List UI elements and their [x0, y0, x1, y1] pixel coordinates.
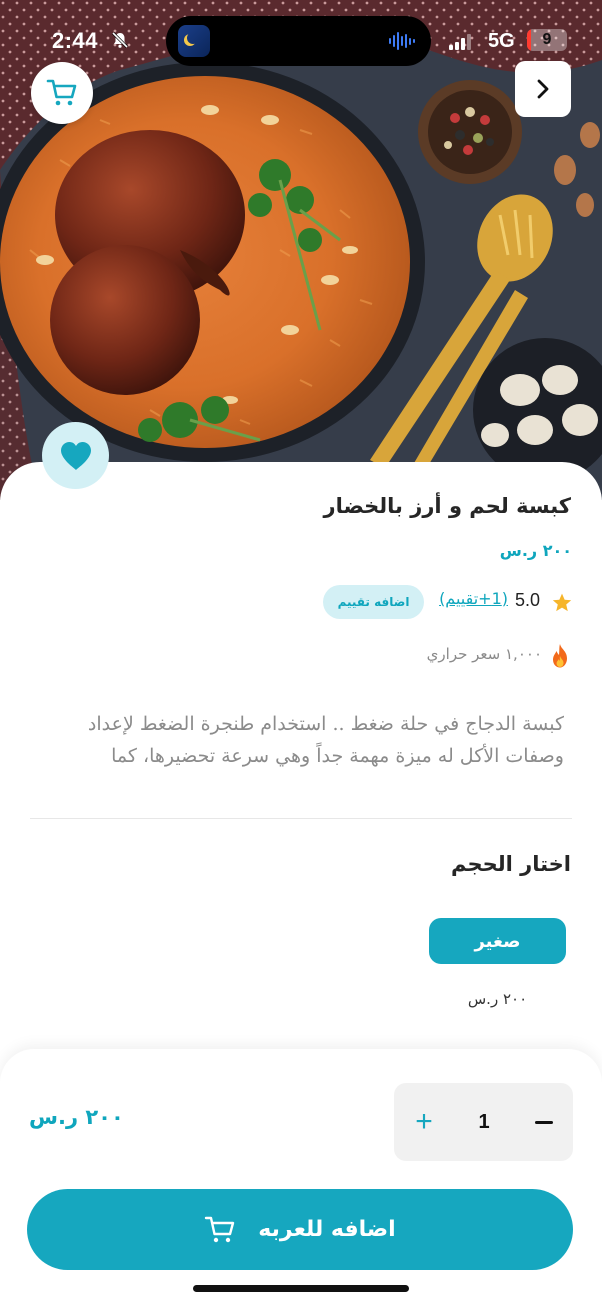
size-option-small[interactable]: صغير: [429, 918, 566, 964]
network-type: 5G: [488, 30, 515, 52]
favorite-button[interactable]: [42, 422, 109, 489]
product-price: ٢٠٠ ر.س: [499, 541, 572, 560]
quantity-increase-button[interactable]: +: [394, 1083, 454, 1161]
app-icon: [178, 25, 210, 57]
dynamic-island: [166, 16, 431, 66]
add-to-cart-button[interactable]: اضافه للعربه: [27, 1189, 573, 1270]
status-time: 2:44: [52, 28, 99, 53]
cart-icon: [46, 79, 77, 106]
cellular-signal-icon: [449, 34, 473, 50]
battery-icon: 9: [527, 29, 567, 51]
product-title: كبسة لحم و أرز بالخضار: [323, 494, 571, 518]
cart-button[interactable]: [31, 62, 93, 124]
cart-icon: [205, 1216, 235, 1242]
size-section-heading: اختار الحجم: [450, 852, 571, 876]
quantity-value: 1: [478, 1110, 490, 1133]
rating-value: 5.0: [515, 590, 541, 610]
total-price: ٢٠٠ ر.س: [29, 1105, 124, 1129]
heart-icon: [60, 441, 91, 470]
quantity-decrease-button[interactable]: [514, 1083, 573, 1161]
home-indicator[interactable]: [193, 1285, 409, 1292]
chevron-right-icon: [537, 79, 549, 99]
calories-text: ١,٠٠٠ سعر حراري: [426, 645, 542, 663]
waveform-icon: [389, 32, 417, 50]
product-description: كبسة الدجاج في حلة ضغط .. استخدام طنجرة …: [87, 713, 564, 767]
section-divider: [30, 818, 572, 819]
battery-level: 9: [542, 31, 552, 48]
add-rating-button[interactable]: اضافه تقييم: [323, 585, 424, 619]
add-to-cart-label: اضافه للعربه: [258, 1217, 396, 1242]
size-option-price: ٢٠٠ ر.س: [467, 990, 528, 1008]
fire-icon: [553, 644, 567, 668]
rating-count-link[interactable]: (1+تقييم): [439, 589, 508, 608]
quantity-stepper: + 1: [394, 1083, 573, 1161]
minus-icon: [534, 1120, 553, 1124]
bell-off-icon: [111, 31, 129, 49]
back-button[interactable]: [515, 61, 571, 117]
star-icon: [552, 593, 572, 612]
status-bar: 2:44 5G 9: [0, 0, 602, 80]
